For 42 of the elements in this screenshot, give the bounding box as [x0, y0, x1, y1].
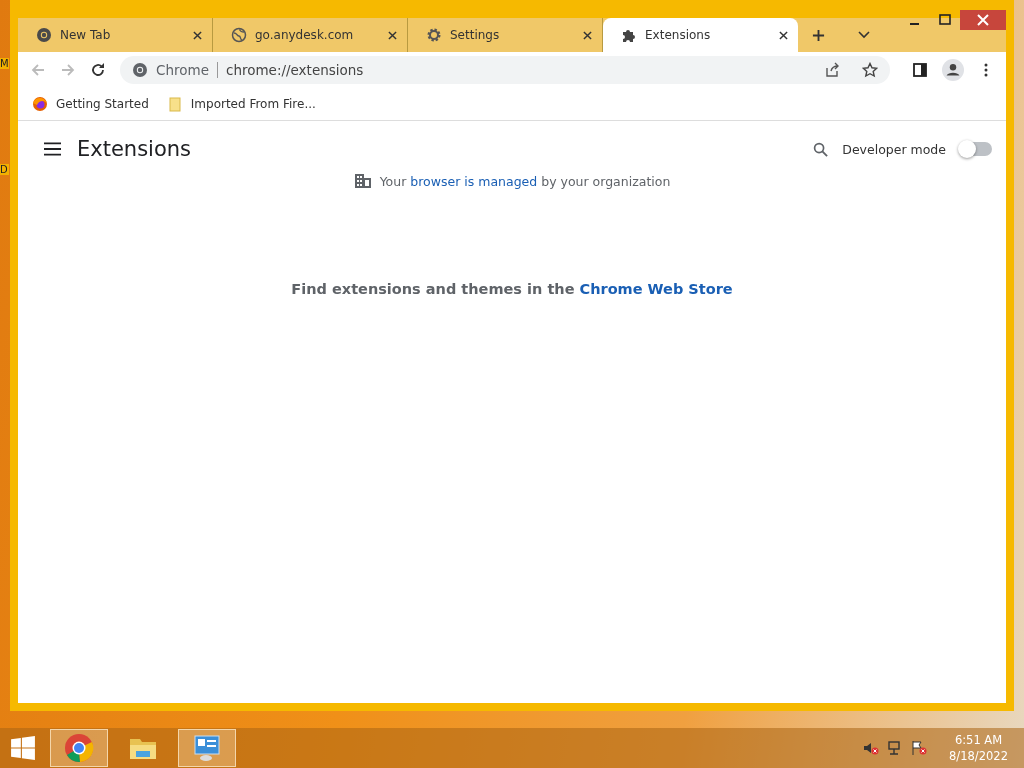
close-icon[interactable] — [779, 30, 788, 40]
tab-search-icon[interactable] — [858, 31, 870, 39]
flag-icon[interactable] — [911, 740, 928, 756]
fox-icon — [32, 96, 48, 112]
new-tab-icon[interactable] — [812, 28, 825, 42]
chrome-icon — [64, 733, 94, 763]
menu-icon[interactable] — [44, 142, 61, 156]
chrome-icon — [36, 27, 52, 43]
puzzle-icon — [621, 27, 637, 43]
managed-notice: Your browser is managed by your organization — [379, 173, 671, 189]
globe-icon — [231, 27, 247, 43]
share-icon[interactable] — [824, 62, 840, 78]
control-panel-icon — [192, 733, 222, 763]
start-icon[interactable] — [10, 735, 36, 761]
chrome-icon — [132, 62, 148, 78]
building-icon — [353, 173, 372, 189]
developer-mode-toggle[interactable] — [960, 142, 992, 156]
muted-speaker-icon[interactable] — [863, 740, 880, 756]
bookmark[interactable]: Getting Started — [32, 96, 149, 112]
close-icon[interactable] — [583, 30, 592, 40]
search-icon[interactable] — [813, 141, 829, 157]
star-icon[interactable] — [862, 62, 878, 78]
close-window-icon[interactable] — [960, 10, 1006, 30]
web-store-link[interactable]: Chrome Web Store — [579, 281, 733, 297]
close-icon[interactable] — [388, 30, 397, 40]
desktop-icon-label: D — [0, 164, 9, 175]
side-panel-icon[interactable] — [912, 62, 928, 78]
folder-icon — [166, 96, 183, 112]
page-title: Extensions — [77, 137, 192, 161]
browser-tab[interactable]: Extensions — [603, 18, 798, 52]
taskbar-app[interactable] — [50, 729, 108, 767]
address-bar[interactable]: Chrome chrome://extensions — [120, 56, 890, 84]
bookmark[interactable]: Imported From Fire... — [166, 96, 316, 112]
desktop-icon-label: M — [0, 58, 9, 69]
reload-icon[interactable] — [90, 62, 106, 78]
store-prompt: Find extensions and themes in the Chrome Web Store — [291, 281, 733, 297]
taskbar-app[interactable] — [178, 729, 236, 767]
gear-icon — [426, 27, 442, 43]
managed-link[interactable]: browser is managed — [410, 173, 538, 189]
close-icon[interactable] — [193, 30, 202, 40]
developer-mode-label: Developer mode — [842, 141, 946, 157]
profile-icon[interactable] — [942, 59, 964, 81]
